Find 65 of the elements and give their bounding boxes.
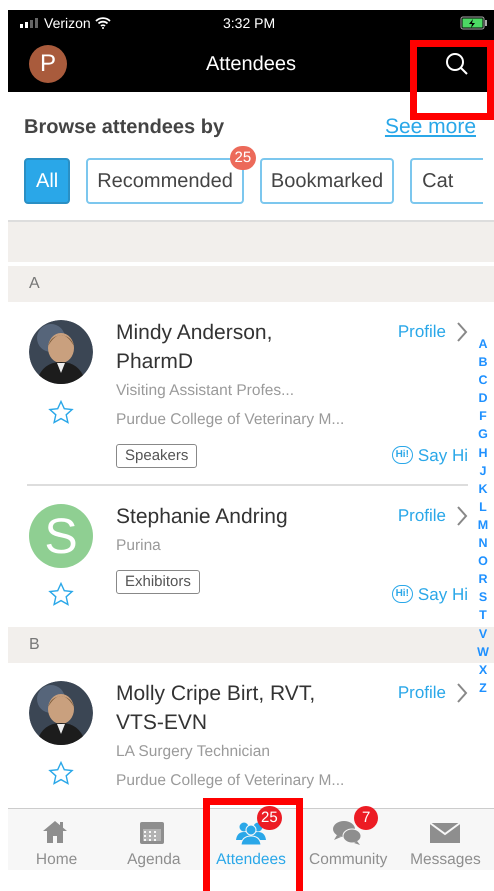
index-letter[interactable]: C <box>478 371 488 390</box>
search-icon[interactable] <box>445 52 469 76</box>
tab-item[interactable]: 7 Community <box>300 809 397 870</box>
index-letter[interactable]: N <box>478 534 488 552</box>
hi-bubble: Hi! <box>392 446 413 464</box>
attendee-detail: Purdue College of Veterinary M... <box>116 410 346 430</box>
filter-chip[interactable]: Bookmarked <box>260 158 394 204</box>
browse-label: Browse attendees by <box>24 115 224 140</box>
wifi-icon <box>94 17 111 29</box>
star-icon[interactable] <box>48 400 74 425</box>
say-hi-button[interactable]: Hi! Say Hi <box>392 442 468 468</box>
profile-link[interactable]: Profile <box>398 503 468 528</box>
section-header: A <box>8 266 494 302</box>
index-letter[interactable]: A <box>478 335 488 354</box>
index-letter[interactable]: B <box>478 353 488 372</box>
attendee-detail: Visiting Assistant Profes... <box>116 381 296 401</box>
category-tag: Exhibitors <box>116 570 200 594</box>
attendee-name: Mindy Anderson, PharmD <box>116 320 274 375</box>
chevron-icon <box>456 682 468 704</box>
tab-item[interactable]: Home <box>8 809 106 870</box>
count-badge: 7 <box>354 806 378 830</box>
index-letter[interactable]: G <box>478 425 488 444</box>
attendee-detail: Purdue College of Veterinary M... <box>116 771 346 791</box>
filter-chip[interactable]: Cat <box>410 158 484 204</box>
index-letter[interactable]: Z <box>479 678 487 697</box>
attendee-detail: LA Surgery Technician <box>116 742 271 762</box>
index-letter[interactable]: W <box>477 642 489 661</box>
carrier-name: Verizon <box>44 14 91 32</box>
attendee-name: Stephanie Andring <box>116 504 289 530</box>
tab-item[interactable]: Messages <box>396 809 494 870</box>
profile-link[interactable]: Profile <box>398 680 468 706</box>
chevron-icon <box>456 504 468 527</box>
index-letter[interactable]: O <box>478 552 488 570</box>
index-letter[interactable]: R <box>478 570 488 588</box>
count-badge: 25 <box>230 146 256 170</box>
profile-link[interactable]: Profile <box>398 319 468 344</box>
see-more-link[interactable]: See more <box>384 111 476 143</box>
index-letter[interactable]: V <box>478 624 488 643</box>
attendee-name: Molly Cripe Birt, RVT, VTS-EVN <box>116 681 316 736</box>
star-icon[interactable] <box>48 582 74 607</box>
index-letter[interactable]: M <box>478 516 488 534</box>
hi-bubble: Hi! <box>392 585 413 604</box>
user-avatar[interactable]: P <box>29 45 67 83</box>
category-tag: Speakers <box>116 444 198 468</box>
tab-item[interactable]: Agenda <box>105 809 202 870</box>
index-letter[interactable]: D <box>478 389 488 408</box>
initial-avatar: S <box>29 504 93 568</box>
filter-chip[interactable]: All <box>24 158 70 204</box>
chevron-icon <box>456 320 468 343</box>
index-letter[interactable]: S <box>478 588 488 606</box>
index-letter[interactable]: F <box>479 407 487 426</box>
attendee-detail: Purina <box>116 536 162 556</box>
index-letter[interactable]: L <box>479 498 487 516</box>
signal-icon <box>20 18 40 28</box>
index-letter[interactable]: T <box>479 606 487 624</box>
screen-title: Attendees <box>204 52 298 77</box>
index-letter[interactable]: K <box>478 480 488 498</box>
index-letter[interactable]: H <box>478 444 488 462</box>
count-badge: 25 <box>257 806 282 830</box>
battery-icon <box>460 16 488 30</box>
say-hi-button[interactable]: Hi! Say Hi <box>392 582 468 607</box>
index-letter[interactable]: X <box>478 660 488 679</box>
index-letter[interactable]: J <box>480 462 486 480</box>
star-icon[interactable] <box>48 761 74 786</box>
clock-time: 3:32 PM <box>223 14 276 32</box>
